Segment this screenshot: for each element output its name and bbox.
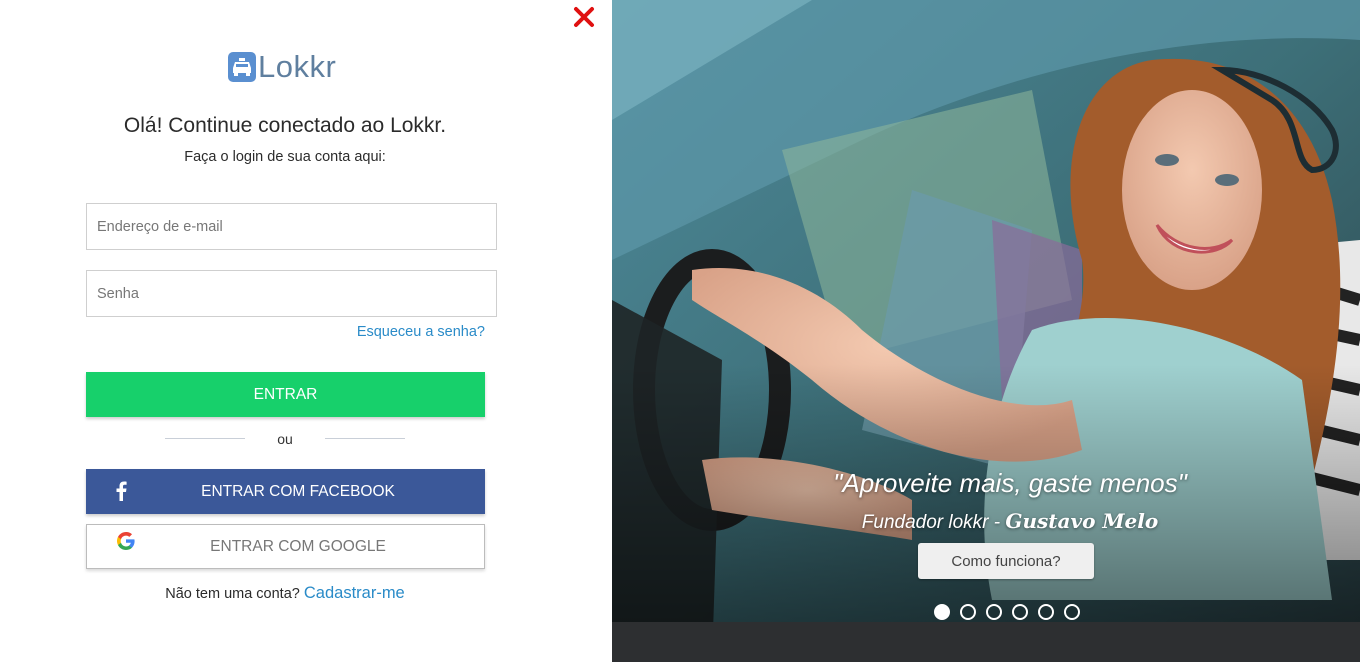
email-field[interactable]	[86, 203, 497, 250]
hero-bottom-bar	[612, 622, 1360, 662]
carousel-dot[interactable]	[1038, 604, 1054, 620]
close-icon[interactable]	[572, 5, 596, 29]
password-field[interactable]	[86, 270, 497, 317]
carousel-dots	[934, 604, 1080, 620]
author-prefix: Fundador lokkr -	[861, 512, 1006, 533]
how-it-works-label: Como funciona?	[951, 552, 1061, 570]
hero-author: Fundador lokkr - Gustavo Melo	[612, 509, 1360, 534]
page-subtitle: Faça o login de sua conta aqui:	[184, 149, 386, 165]
carousel-dot[interactable]	[986, 604, 1002, 620]
hero-quote: "Aproveite mais, gaste menos"	[833, 468, 1187, 498]
signup-row: Não tem uma conta? Cadastrar-me	[0, 584, 570, 603]
google-login-button[interactable]: ENTRAR COM GOOGLE	[86, 524, 485, 569]
signup-link[interactable]: Cadastrar-me	[304, 584, 405, 602]
login-panel: Lokkr Olá! Continue conectado ao Lokkr. …	[0, 0, 612, 662]
logo-text: Lokkr	[258, 49, 337, 84]
carousel-dot[interactable]	[960, 604, 976, 620]
google-login-label: ENTRAR COM GOOGLE	[210, 537, 386, 555]
facebook-login-button[interactable]: ENTRAR COM FACEBOOK	[86, 469, 485, 514]
logo: Lokkr	[228, 50, 336, 84]
author-signature: Gustavo Melo	[1005, 509, 1159, 533]
carousel-dot[interactable]	[1064, 604, 1080, 620]
hero-panel: "Aproveite mais, gaste menos" Fundador l…	[612, 0, 1360, 662]
google-icon	[117, 532, 135, 550]
how-it-works-button[interactable]: Como funciona?	[918, 543, 1094, 579]
page-title: Olá! Continue conectado ao Lokkr.	[123, 114, 447, 137]
facebook-login-label: ENTRAR COM FACEBOOK	[201, 482, 395, 500]
facebook-icon	[116, 481, 127, 501]
forgot-password-link[interactable]: Esqueceu a senha?	[357, 324, 485, 340]
or-label: ou	[277, 431, 293, 447]
or-divider: ou	[165, 431, 405, 447]
carousel-dot[interactable]	[934, 604, 950, 620]
taxi-icon	[228, 52, 256, 82]
enter-button[interactable]: ENTRAR	[86, 372, 485, 417]
signup-prompt: Não tem uma conta?	[165, 586, 300, 602]
divider-line	[325, 438, 405, 439]
enter-button-label: ENTRAR	[253, 385, 318, 403]
carousel-dot[interactable]	[1012, 604, 1028, 620]
